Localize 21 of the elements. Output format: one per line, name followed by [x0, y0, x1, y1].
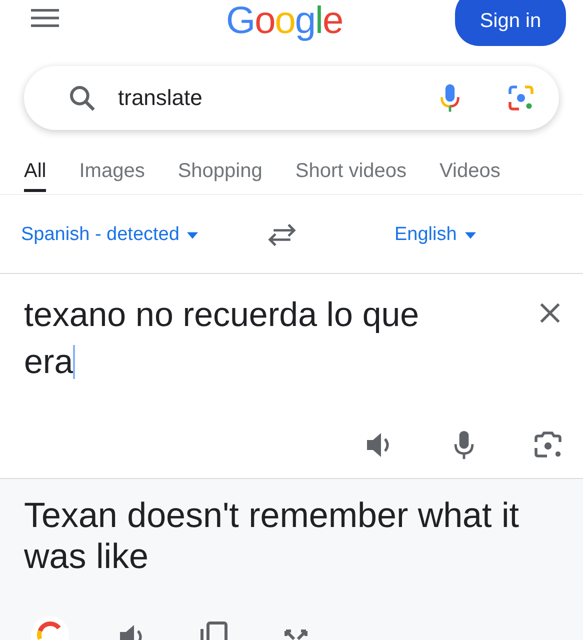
source-text-field[interactable]: texano no recuerda lo que era: [24, 292, 464, 386]
swap-icon[interactable]: [268, 224, 296, 246]
search-tab[interactable]: Short videos: [295, 150, 407, 192]
source-language-dropdown[interactable]: Spanish - detected: [21, 224, 198, 246]
camera-lens-icon[interactable]: [507, 84, 535, 112]
google-logo: Google: [226, 0, 343, 44]
search-tab[interactable]: Videos: [440, 150, 500, 192]
close-icon[interactable]: [539, 302, 561, 324]
target-language-dropdown[interactable]: English: [394, 224, 476, 246]
camera-icon[interactable]: [533, 430, 563, 460]
search-tab[interactable]: Images: [79, 150, 145, 192]
search-tab[interactable]: Shopping: [178, 150, 262, 192]
search-tab[interactable]: All: [24, 150, 46, 192]
caret-icon: [464, 232, 476, 238]
sign-in-button[interactable]: Sign in: [455, 0, 566, 46]
search-field[interactable]: translate: [24, 66, 559, 130]
translation-text: Texan doesn't remember what it was like: [23, 495, 520, 577]
caret-icon: [187, 232, 198, 238]
menu-icon[interactable]: [31, 8, 59, 28]
search-icon: [68, 84, 96, 112]
microphone-icon[interactable]: [439, 83, 461, 113]
